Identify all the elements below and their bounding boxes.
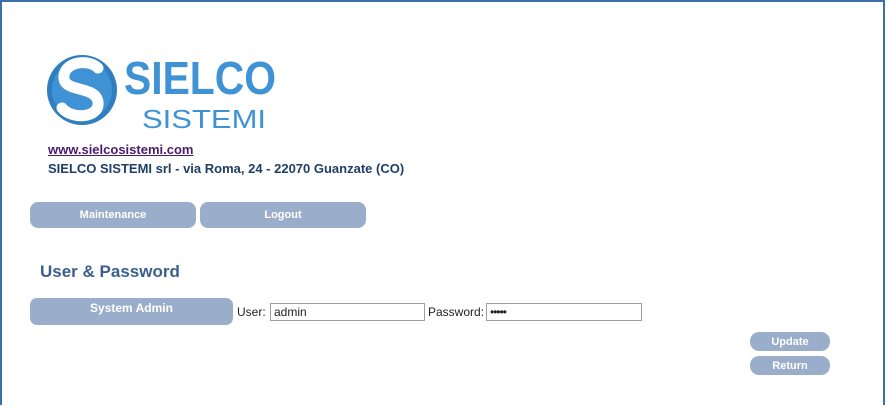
password-label: Password:: [428, 305, 485, 319]
password-input[interactable]: [486, 303, 642, 321]
maintenance-button[interactable]: Maintenance: [30, 202, 196, 228]
logout-button[interactable]: Logout: [200, 202, 366, 228]
sielco-logo-graphic: SIELCO SISTEMI: [47, 52, 276, 134]
website-link[interactable]: www.sielcosistemi.com: [48, 142, 193, 157]
update-button[interactable]: Update: [750, 332, 830, 351]
sielco-logo: SIELCO SISTEMI: [46, 46, 286, 136]
user-label: User:: [237, 305, 266, 319]
logo-wordmark: SIELCO: [124, 52, 276, 104]
page-title: User & Password: [40, 262, 180, 281]
user-input[interactable]: [270, 303, 425, 321]
logo-subtext: SISTEMI: [142, 104, 266, 134]
system-admin-label: System Admin: [30, 298, 233, 325]
return-button[interactable]: Return: [750, 356, 830, 375]
company-address: SIELCO SISTEMI srl - via Roma, 24 - 2207…: [48, 161, 405, 176]
